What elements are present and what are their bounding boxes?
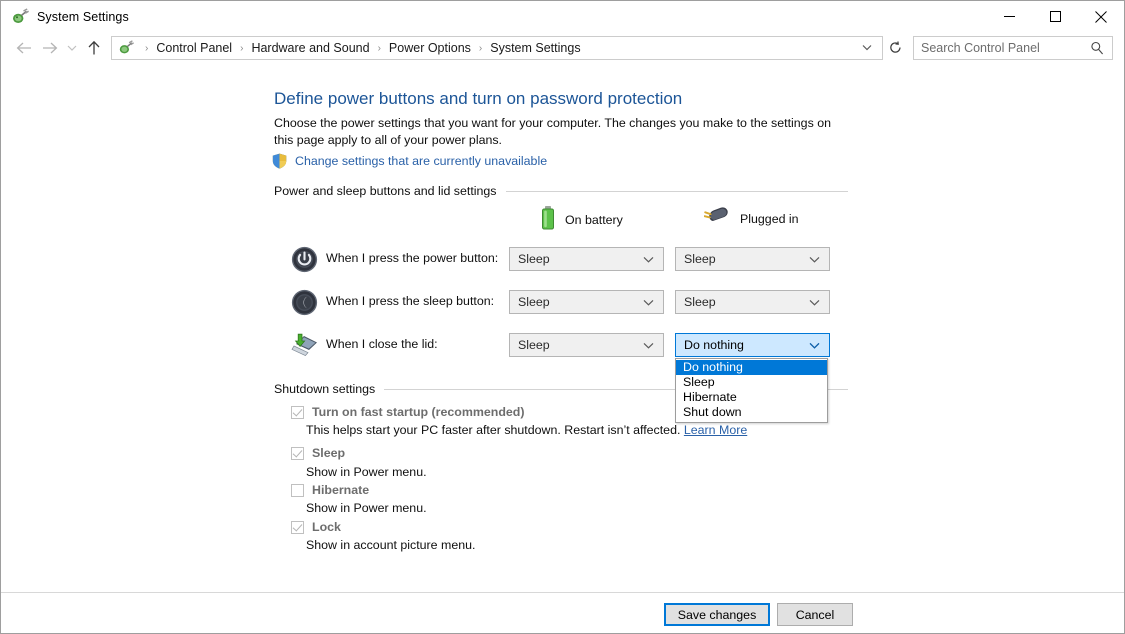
learn-more-link[interactable]: Learn More	[684, 423, 747, 437]
refresh-icon[interactable]	[883, 36, 907, 60]
setting-row-close-lid: When I close the lid: Sleep Do nothing	[1, 330, 1124, 366]
laptop-lid-icon	[291, 332, 318, 359]
breadcrumb-separator: ›	[478, 42, 483, 54]
column-label-on-battery: On battery	[565, 212, 623, 227]
forward-arrow-icon[interactable]	[37, 35, 63, 61]
close-icon[interactable]	[1078, 1, 1124, 32]
chevron-down-icon	[809, 299, 820, 306]
dropdown-option-shut-down[interactable]: Shut down	[676, 405, 827, 420]
dropdown-option-sleep[interactable]: Sleep	[676, 375, 827, 390]
change-settings-link-row[interactable]: Change settings that are currently unava…	[272, 153, 547, 169]
chevron-down-icon	[809, 342, 820, 349]
chevron-down-icon	[809, 256, 820, 263]
window-title: System Settings	[37, 9, 129, 24]
column-header-plugged-in: Plugged in	[703, 206, 799, 231]
breadcrumb-item-power-options[interactable]: Power Options	[387, 41, 473, 55]
combo-value: Sleep	[684, 252, 716, 266]
shield-icon	[272, 153, 287, 169]
back-arrow-icon[interactable]	[11, 35, 37, 61]
power-button-icon	[291, 246, 318, 273]
column-label-plugged-in: Plugged in	[740, 211, 799, 226]
shutdown-section-label: Shutdown settings	[274, 382, 376, 396]
setting-row-power-button: When I press the power button: Sleep Sle…	[1, 244, 1124, 280]
checkbox-row-lock[interactable]: Lock	[291, 520, 341, 534]
breadcrumb-item-hardware-and-sound[interactable]: Hardware and Sound	[249, 41, 371, 55]
description-lock: Show in account picture menu.	[306, 538, 476, 552]
description-text: This helps start your PC faster after sh…	[306, 423, 681, 437]
chevron-down-icon	[643, 299, 654, 306]
combo-sleep-button-plugged-in[interactable]: Sleep	[675, 290, 830, 314]
setting-label-sleep-button: When I press the sleep button:	[326, 294, 495, 308]
breadcrumb[interactable]: › Control Panel › Hardware and Sound › P…	[111, 36, 883, 60]
description-hibernate: Show in Power menu.	[306, 501, 427, 515]
power-plug-icon	[118, 40, 134, 56]
address-bar: › Control Panel › Hardware and Sound › P…	[1, 32, 1124, 64]
page-title: Define power buttons and turn on passwor…	[274, 89, 683, 108]
up-arrow-icon[interactable]	[81, 35, 107, 61]
power-plug-icon	[11, 7, 29, 26]
combo-close-lid-on-battery[interactable]: Sleep	[509, 333, 664, 357]
combo-value: Sleep	[684, 295, 716, 309]
column-header-on-battery: On battery	[541, 206, 623, 233]
search-control-panel-box[interactable]	[913, 36, 1113, 60]
description-sleep: Show in Power menu.	[306, 465, 427, 479]
chevron-down-icon	[643, 256, 654, 263]
recent-locations-chevron-down-icon[interactable]	[63, 35, 81, 61]
combo-value: Sleep	[518, 252, 550, 266]
sleep-button-icon	[291, 289, 318, 316]
title-bar: System Settings	[1, 1, 1124, 32]
window-controls	[986, 1, 1124, 32]
search-icon[interactable]	[1090, 41, 1112, 55]
breadcrumb-item-control-panel[interactable]: Control Panel	[154, 41, 234, 55]
checkbox-row-hibernate[interactable]: Hibernate	[291, 483, 369, 497]
breadcrumb-separator: ›	[377, 42, 381, 54]
dropdown-option-hibernate[interactable]: Hibernate	[676, 390, 827, 405]
checkbox-label-hibernate: Hibernate	[312, 483, 370, 497]
breadcrumb-item-system-settings[interactable]: System Settings	[488, 41, 582, 55]
setting-row-sleep-button: When I press the sleep button: Sleep Sle…	[1, 287, 1124, 323]
checkbox-hibernate[interactable]	[291, 484, 304, 497]
combo-value: Do nothing	[684, 338, 744, 352]
column-headers: On battery Plugged in	[1, 206, 1124, 234]
battery-icon	[541, 206, 555, 233]
power-plug-icon	[703, 206, 730, 231]
change-settings-link[interactable]: Change settings that are currently unava…	[295, 154, 547, 168]
checkbox-label-sleep: Sleep	[312, 446, 346, 460]
breadcrumb-separator: ›	[145, 42, 149, 54]
checkbox-label-lock: Lock	[312, 520, 341, 534]
checkbox-row-fast-startup[interactable]: Turn on fast startup (recommended)	[291, 405, 525, 419]
page-description: Choose the power settings that you want …	[274, 116, 831, 147]
combo-power-button-plugged-in[interactable]: Sleep	[675, 247, 830, 271]
footer-button-bar: Save changes Cancel	[1, 592, 1124, 633]
power-section-header: Power and sleep buttons and lid settings	[274, 184, 848, 198]
checkbox-sleep[interactable]	[291, 447, 304, 460]
description-fast-startup: This helps start your PC faster after sh…	[306, 423, 747, 437]
address-chevron-down-icon[interactable]	[856, 43, 882, 54]
combo-value: Sleep	[518, 338, 550, 352]
checkbox-row-sleep[interactable]: Sleep	[291, 446, 345, 460]
breadcrumb-separator: ›	[240, 42, 244, 54]
minimize-icon[interactable]	[986, 1, 1032, 32]
cancel-button[interactable]: Cancel	[777, 603, 853, 626]
setting-label-close-lid: When I close the lid:	[326, 337, 438, 351]
setting-label-power-button: When I press the power button:	[326, 251, 499, 265]
save-changes-button[interactable]: Save changes	[664, 603, 770, 626]
section-divider	[505, 190, 848, 192]
dropdown-option-do-nothing[interactable]: Do nothing	[676, 360, 827, 375]
settings-content: Define power buttons and turn on passwor…	[1, 65, 1124, 592]
combo-sleep-button-on-battery[interactable]: Sleep	[509, 290, 664, 314]
checkbox-lock[interactable]	[291, 521, 304, 534]
combo-value: Sleep	[518, 295, 550, 309]
checkbox-label-fast-startup: Turn on fast startup (recommended)	[312, 405, 525, 419]
system-settings-window: System Settings › Control Panel › Hardwa…	[0, 0, 1125, 634]
combo-power-button-on-battery[interactable]: Sleep	[509, 247, 664, 271]
checkbox-fast-startup[interactable]	[291, 406, 304, 419]
chevron-down-icon	[643, 342, 654, 349]
dropdown-list-close-lid-plugged-in[interactable]: Do nothing Sleep Hibernate Shut down	[675, 358, 828, 423]
maximize-icon[interactable]	[1032, 1, 1078, 32]
search-input[interactable]	[914, 40, 1090, 56]
power-section-label: Power and sleep buttons and lid settings	[274, 184, 497, 198]
combo-close-lid-plugged-in[interactable]: Do nothing	[675, 333, 830, 357]
